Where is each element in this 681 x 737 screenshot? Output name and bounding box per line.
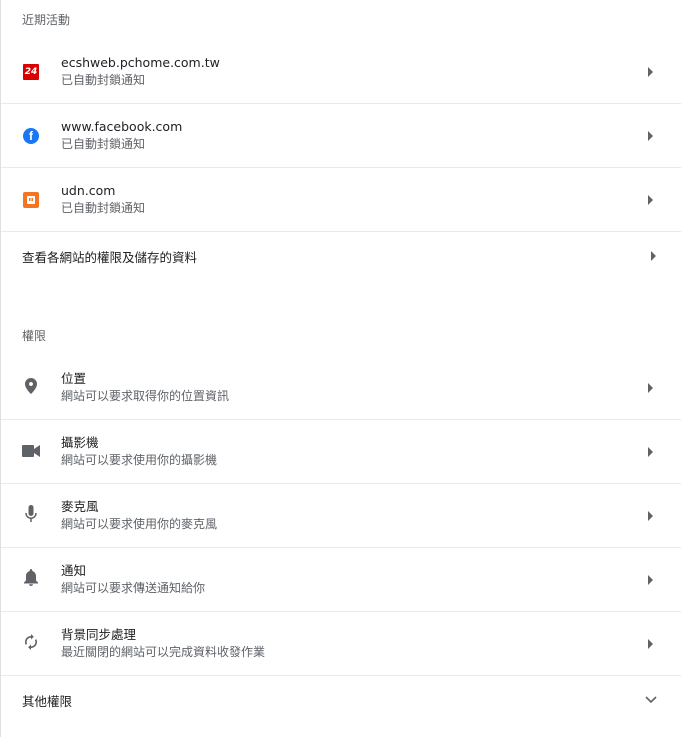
site-name: udn.com bbox=[61, 183, 116, 198]
microphone-icon bbox=[25, 504, 37, 527]
recent-activity-heading: 近期活動 bbox=[22, 13, 71, 27]
site-name: www.facebook.com bbox=[61, 119, 183, 134]
pchome-24-icon: 24 bbox=[23, 63, 39, 80]
permission-desc: 網站可以要求使用你的麥克風 bbox=[61, 517, 218, 531]
permissions-heading: 權限 bbox=[22, 329, 47, 343]
chevron-right-icon bbox=[645, 574, 657, 586]
chevron-right-icon bbox=[645, 638, 657, 650]
more-permissions-expander[interactable]: 其他權限 bbox=[1, 676, 681, 724]
view-all-site-permissions[interactable]: 查看各網站的權限及儲存的資料 bbox=[1, 232, 681, 280]
chevron-right-icon bbox=[645, 66, 657, 78]
permission-title: 攝影機 bbox=[61, 435, 99, 450]
permission-row-camera[interactable]: 攝影機 網站可以要求使用你的攝影機 bbox=[1, 420, 681, 484]
permission-title: 背景同步處理 bbox=[61, 627, 137, 642]
udn-icon bbox=[23, 191, 39, 208]
permission-desc: 最近關閉的網站可以完成資料收發作業 bbox=[61, 645, 266, 659]
permission-title: 位置 bbox=[61, 371, 87, 386]
site-status: 已自動封鎖通知 bbox=[61, 137, 146, 151]
chevron-right-icon bbox=[645, 510, 657, 522]
chevron-right-icon bbox=[645, 130, 657, 142]
permission-row-notifications[interactable]: 通知 網站可以要求傳送通知給你 bbox=[1, 548, 681, 612]
recent-site-row-pchome[interactable]: 24 ecshweb.pchome.com.tw 已自動封鎖通知 bbox=[1, 40, 681, 104]
permission-desc: 網站可以要求傳送通知給你 bbox=[61, 581, 206, 595]
chevron-right-icon bbox=[645, 382, 657, 394]
chevron-down-icon bbox=[645, 696, 657, 704]
view-all-label: 查看各網站的權限及儲存的資料 bbox=[22, 249, 198, 265]
recent-site-row-udn[interactable]: udn.com 已自動封鎖通知 bbox=[1, 168, 681, 232]
permission-desc: 網站可以要求取得你的位置資訊 bbox=[61, 389, 230, 403]
site-name: ecshweb.pchome.com.tw bbox=[61, 55, 220, 70]
site-status: 已自動封鎖通知 bbox=[61, 73, 146, 87]
permission-row-microphone[interactable]: 麥克風 網站可以要求使用你的麥克風 bbox=[1, 484, 681, 548]
more-permissions-label: 其他權限 bbox=[22, 693, 73, 709]
location-pin-icon bbox=[25, 377, 37, 398]
site-status: 已自動封鎖通知 bbox=[61, 201, 146, 215]
camera-icon bbox=[22, 442, 40, 461]
permission-title: 麥克風 bbox=[61, 499, 99, 514]
permission-row-location[interactable]: 位置 網站可以要求取得你的位置資訊 bbox=[1, 356, 681, 420]
sync-icon bbox=[23, 633, 39, 654]
chevron-right-icon bbox=[645, 194, 657, 206]
permission-title: 通知 bbox=[61, 563, 87, 578]
permission-row-background-sync[interactable]: 背景同步處理 最近關閉的網站可以完成資料收發作業 bbox=[1, 612, 681, 676]
site-settings-page: 近期活動 24 ecshweb.pchome.com.tw 已自動封鎖通知 f … bbox=[0, 0, 681, 737]
chevron-right-icon bbox=[651, 251, 657, 261]
facebook-icon: f bbox=[23, 127, 39, 144]
permission-desc: 網站可以要求使用你的攝影機 bbox=[61, 453, 218, 467]
recent-site-row-facebook[interactable]: f www.facebook.com 已自動封鎖通知 bbox=[1, 104, 681, 168]
chevron-right-icon bbox=[645, 446, 657, 458]
bell-icon bbox=[24, 569, 38, 590]
